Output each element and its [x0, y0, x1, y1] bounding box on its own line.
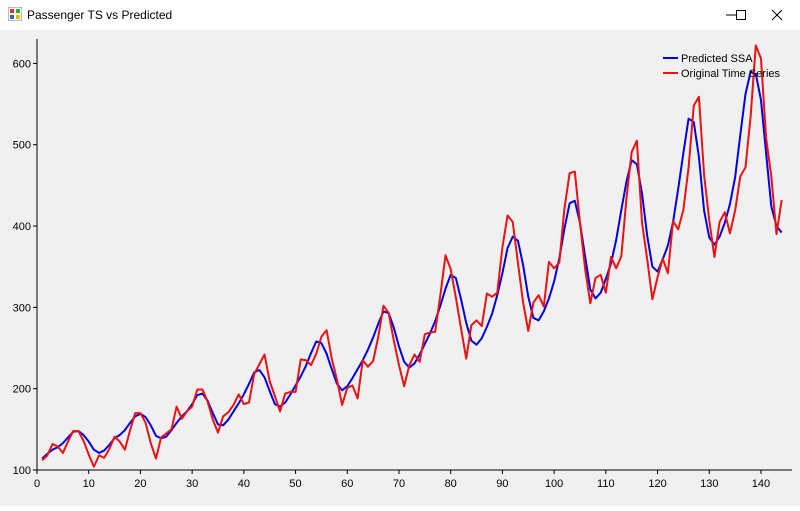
close-icon	[771, 9, 783, 21]
x-tick-label: 120	[648, 478, 666, 490]
x-tick-label: 70	[393, 478, 405, 490]
maximize-icon	[736, 10, 746, 20]
legend-item-original-label: Original Time Series	[681, 68, 781, 80]
y-tick-label: 500	[13, 140, 31, 152]
original-series-line	[41, 44, 783, 468]
x-tick-label: 50	[289, 478, 301, 490]
x-tick-label: 100	[545, 478, 563, 490]
app-window: Passenger TS vs Predicted 100 200 300 400 50…	[0, 0, 800, 506]
chart-area: 100 200 300 400 500 600 0 10 20 30 40 50 60 70 80 90 100…	[0, 30, 800, 506]
title-bar[interactable]: Passenger TS vs Predicted	[0, 0, 800, 30]
x-tick-label: 10	[83, 478, 95, 490]
window-title: Passenger TS vs Predicted	[27, 8, 173, 22]
x-tick-label: 0	[34, 478, 40, 490]
x-tick-label: 80	[445, 478, 457, 490]
y-tick-label: 200	[13, 384, 31, 396]
x-tick-label: 90	[496, 478, 508, 490]
y-tick-label: 100	[13, 465, 31, 477]
app-icon	[8, 7, 22, 21]
plot-lines	[41, 44, 783, 468]
x-tick-label: 130	[700, 478, 718, 490]
x-tick-label: 60	[341, 478, 353, 490]
legend: Predicted SSA Original Time Series	[663, 53, 781, 80]
x-tick-label: 20	[134, 478, 146, 490]
close-button[interactable]	[754, 0, 800, 30]
y-tick-label: 400	[13, 221, 31, 233]
x-tick-label: 110	[597, 478, 615, 490]
y-tick-label: 600	[13, 58, 31, 70]
x-tick-label: 140	[752, 478, 770, 490]
y-tick-label: 300	[13, 302, 31, 314]
line-chart: 100 200 300 400 500 600 0 10 20 30 40 50 60 70 80 90 100…	[13, 39, 792, 490]
legend-item-predicted-label: Predicted SSA	[681, 53, 753, 65]
predicted-series-line	[41, 70, 783, 460]
x-tick-label: 40	[238, 478, 250, 490]
x-tick-label: 30	[186, 478, 198, 490]
